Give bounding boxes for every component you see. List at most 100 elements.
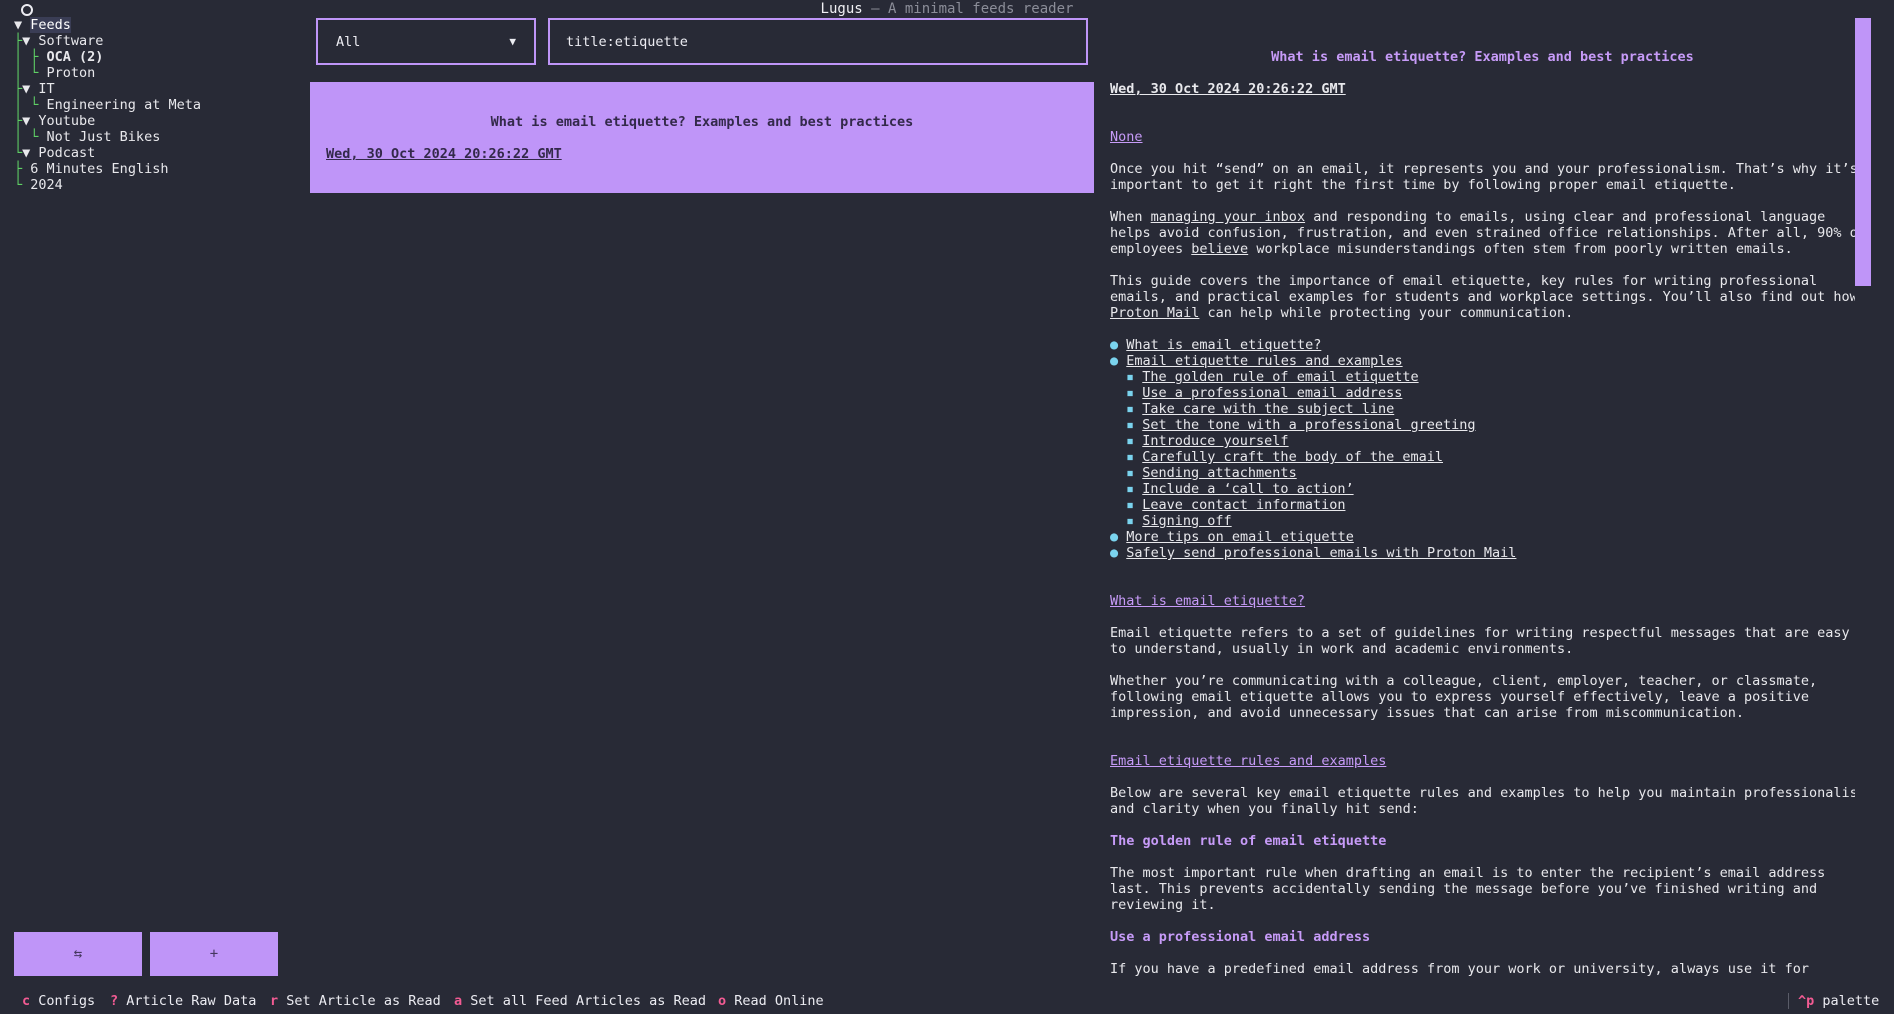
inline-link[interactable]: believe [1191, 241, 1248, 257]
text-span: When [1110, 209, 1151, 225]
toc-item[interactable]: ▪ Take care with the subject line [1126, 401, 1394, 417]
toc-item[interactable]: ▪ Include a ‘call to action’ [1126, 481, 1354, 497]
toc-link[interactable]: Take care with the subject line [1142, 401, 1394, 417]
toc-item[interactable]: ▪ Carefully craft the body of the email [1126, 449, 1443, 465]
tree-item-2024[interactable]: └ 2024 [14, 177, 63, 193]
toc-item[interactable]: ● More tips on email etiquette [1110, 529, 1354, 545]
tree-item-proton[interactable]: │ └ Proton [14, 65, 95, 81]
tree-item-label: 2024 [30, 177, 63, 193]
add-feed-button[interactable]: + [150, 932, 278, 976]
toc-item[interactable]: ▪ Introduce yourself [1126, 433, 1289, 449]
expand-triangle-icon[interactable]: ▼ [22, 33, 38, 49]
palette-binding[interactable]: ^p palette [1798, 992, 1879, 1010]
square-bullet-icon: ▪ [1126, 497, 1143, 513]
keybinding-set-all-feed-articles-as-read[interactable]: a Set all Feed Articles as Read [454, 992, 706, 1010]
toc-item[interactable]: ● Safely send professional emails with P… [1110, 545, 1516, 561]
toc-item[interactable]: ▪ Sending attachments [1126, 465, 1297, 481]
palette-key: ^p [1798, 993, 1815, 1009]
article-paragraph: The most important rule when drafting an… [1110, 865, 1826, 881]
tree-item-label: Not Just Bikes [46, 129, 161, 145]
article-paragraph: Once you hit “send” on an email, it repr… [1110, 161, 1855, 177]
toc-link[interactable]: Sending attachments [1142, 465, 1296, 481]
tree-guide: │ └ [14, 65, 39, 81]
article-author-link[interactable]: None [1110, 129, 1143, 145]
toc-link[interactable]: Carefully craft the body of the email [1142, 449, 1443, 465]
filter-select[interactable]: All ▼ [316, 18, 536, 65]
toc-link[interactable]: Safely send professional emails with Pro… [1126, 545, 1516, 561]
tree-item-not-just-bikes[interactable]: │ └ Not Just Bikes [14, 129, 160, 145]
tree-item-podcast[interactable]: └▼ Podcast [14, 145, 95, 161]
refresh-button[interactable]: ⇆ [14, 932, 142, 976]
toc-link[interactable]: Leave contact information [1142, 497, 1345, 513]
footer-keybindings: c Configs ? Article Raw Data r Set Article… [0, 992, 1894, 1010]
toc-item[interactable]: ▪ Set the tone with a professional greet… [1126, 417, 1476, 433]
square-bullet-icon: ▪ [1126, 449, 1143, 465]
keybinding-article-raw-data[interactable]: ? Article Raw Data [110, 992, 256, 1010]
tree-item-oca-2[interactable]: │ ├ OCA (2) [14, 49, 103, 65]
inline-link[interactable]: managing your inbox [1151, 209, 1305, 225]
window-title: Lugus — A minimal feeds reader [0, 1, 1894, 17]
expand-triangle-icon[interactable]: ▼ [22, 81, 38, 97]
tree-guide: └ [14, 145, 23, 161]
square-bullet-icon: ▪ [1126, 369, 1143, 385]
toc-link[interactable]: What is email etiquette? [1126, 337, 1321, 353]
square-bullet-icon: ▪ [1126, 513, 1143, 529]
toc-item[interactable]: ● Email etiquette rules and examples [1110, 353, 1403, 369]
tree-root-feeds[interactable]: ▼ Feeds [14, 17, 71, 33]
article-paragraph: If you have a predefined email address f… [1110, 961, 1809, 977]
article-paragraph: to understand, usually in work and acade… [1110, 641, 1574, 657]
search-box[interactable] [548, 18, 1088, 65]
tree-guide: │ └ [14, 129, 39, 145]
app-dash: — [862, 1, 888, 17]
article-paragraph: reviewing it. [1110, 897, 1216, 913]
square-bullet-icon: ▪ [1126, 385, 1143, 401]
expand-triangle-icon[interactable]: ▼ [14, 17, 30, 33]
toc-link[interactable]: Introduce yourself [1142, 433, 1288, 449]
tree-guide: ├ [14, 81, 23, 97]
keybinding-label: Article Raw Data [126, 993, 257, 1009]
keybinding-configs[interactable]: c Configs [22, 992, 95, 1010]
article-date: Wed, 30 Oct 2024 20:26:22 GMT [1110, 81, 1346, 97]
tree-item-engineering-at-meta[interactable]: │ └ Engineering at Meta [14, 97, 201, 113]
keybinding-key: r [270, 993, 279, 1009]
title-bar: Lugus — A minimal feeds reader [0, 0, 1894, 18]
tree-item-label: Proton [46, 65, 96, 81]
article-list-item[interactable]: What is email etiquette? Examples and be… [310, 82, 1094, 193]
toc-item[interactable]: ▪ Use a professional email address [1126, 385, 1402, 401]
inline-link[interactable]: Proton Mail [1110, 305, 1199, 321]
reader-scrollbar[interactable] [1855, 18, 1871, 286]
tree-item-youtube[interactable]: ├▼ Youtube [14, 113, 95, 129]
section-heading-link[interactable]: What is email etiquette? [1110, 593, 1305, 609]
section-heading-link[interactable]: Email etiquette rules and examples [1110, 753, 1386, 769]
chevron-down-icon: ▼ [509, 35, 516, 48]
toc-item[interactable]: ▪ The golden rule of email etiquette [1126, 369, 1419, 385]
toc-link[interactable]: More tips on email etiquette [1126, 529, 1354, 545]
toc-item[interactable]: ▪ Leave contact information [1126, 497, 1345, 513]
expand-triangle-icon[interactable]: ▼ [22, 145, 38, 161]
tree-item-6-minutes-english[interactable]: ├ 6 Minutes English [14, 161, 168, 177]
expand-triangle-icon[interactable]: ▼ [22, 113, 38, 129]
toc-link[interactable]: Email etiquette rules and examples [1126, 353, 1402, 369]
bullet-icon: ● [1110, 529, 1127, 545]
tree-item-software[interactable]: ├▼ Software [14, 33, 103, 49]
bullet-icon: ● [1110, 353, 1127, 369]
keybinding-set-article-as-read[interactable]: r Set Article as Read [270, 992, 441, 1010]
toc-link[interactable]: Set the tone with a professional greetin… [1142, 417, 1475, 433]
toc-link[interactable]: Signing off [1142, 513, 1231, 529]
tree-item-it[interactable]: ├▼ IT [14, 81, 55, 97]
tree-item-label: Engineering at Meta [46, 97, 201, 113]
toc-item[interactable]: ● What is email etiquette? [1110, 337, 1321, 353]
app-name: Lugus [820, 1, 863, 17]
article-paragraph: and clarity when you finally hit send: [1110, 801, 1419, 817]
toc-link[interactable]: Include a ‘call to action’ [1142, 481, 1353, 497]
search-input[interactable] [566, 33, 1070, 50]
toc-item[interactable]: ▪ Signing off [1126, 513, 1232, 529]
article-paragraph: following email etiquette allows you to … [1110, 689, 1809, 705]
keybinding-read-online[interactable]: o Read Online [718, 992, 824, 1010]
article-paragraph: This guide covers the importance of emai… [1110, 273, 1818, 289]
toc-link[interactable]: The golden rule of email etiquette [1142, 369, 1418, 385]
toc-link[interactable]: Use a professional email address [1142, 385, 1402, 401]
